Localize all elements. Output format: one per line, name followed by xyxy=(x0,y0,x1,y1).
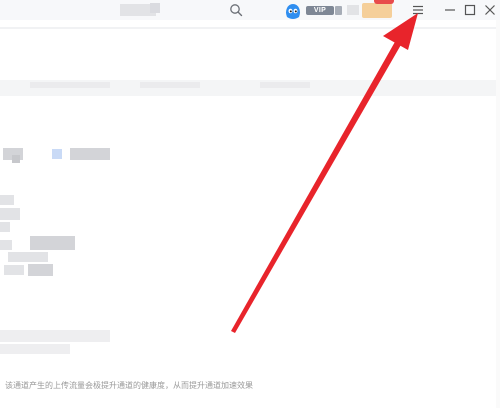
username-blurred xyxy=(347,5,359,15)
search-placeholder-blurred-2 xyxy=(150,3,160,13)
row-text-blurred xyxy=(0,240,12,250)
row-text-blurred xyxy=(0,195,14,205)
row-value-blurred xyxy=(30,236,75,250)
promo-red-dot xyxy=(374,0,394,4)
header-text-blurred xyxy=(140,82,200,88)
search-icon[interactable] xyxy=(229,3,243,17)
level-badge xyxy=(335,6,342,15)
hamburger-menu-icon[interactable] xyxy=(410,2,426,18)
vip-badge[interactable]: VIP xyxy=(306,6,334,15)
divider xyxy=(0,27,500,29)
row-text-blurred xyxy=(0,208,20,220)
row-text-blurred xyxy=(0,222,10,232)
row-text-blurred xyxy=(4,265,24,275)
row-text-blurred xyxy=(0,344,70,354)
row-text-blurred xyxy=(0,330,110,342)
vip-badge-label: VIP xyxy=(313,7,327,14)
row-value-blurred xyxy=(28,264,53,276)
row-text-blurred xyxy=(70,148,110,160)
row-text-blurred xyxy=(12,155,20,163)
status-dot-blurred xyxy=(52,149,62,159)
annotation-arrow xyxy=(231,13,418,333)
maximize-icon[interactable] xyxy=(462,2,478,18)
header-text-blurred xyxy=(260,82,310,88)
title-bar: VIP xyxy=(0,0,500,20)
avatar[interactable] xyxy=(284,3,302,20)
promo-badge-blurred[interactable] xyxy=(362,3,392,18)
row-text-blurred xyxy=(8,252,48,262)
close-icon[interactable] xyxy=(482,2,498,18)
minimize-icon[interactable] xyxy=(442,2,458,18)
scrollbar[interactable] xyxy=(496,20,500,408)
header-text-blurred xyxy=(30,82,110,88)
footer-tip-text: 该通道产生的上传流量会极提升通道的健康度，从而提升通道加速效果 xyxy=(5,381,253,390)
search-bar[interactable] xyxy=(0,0,252,20)
